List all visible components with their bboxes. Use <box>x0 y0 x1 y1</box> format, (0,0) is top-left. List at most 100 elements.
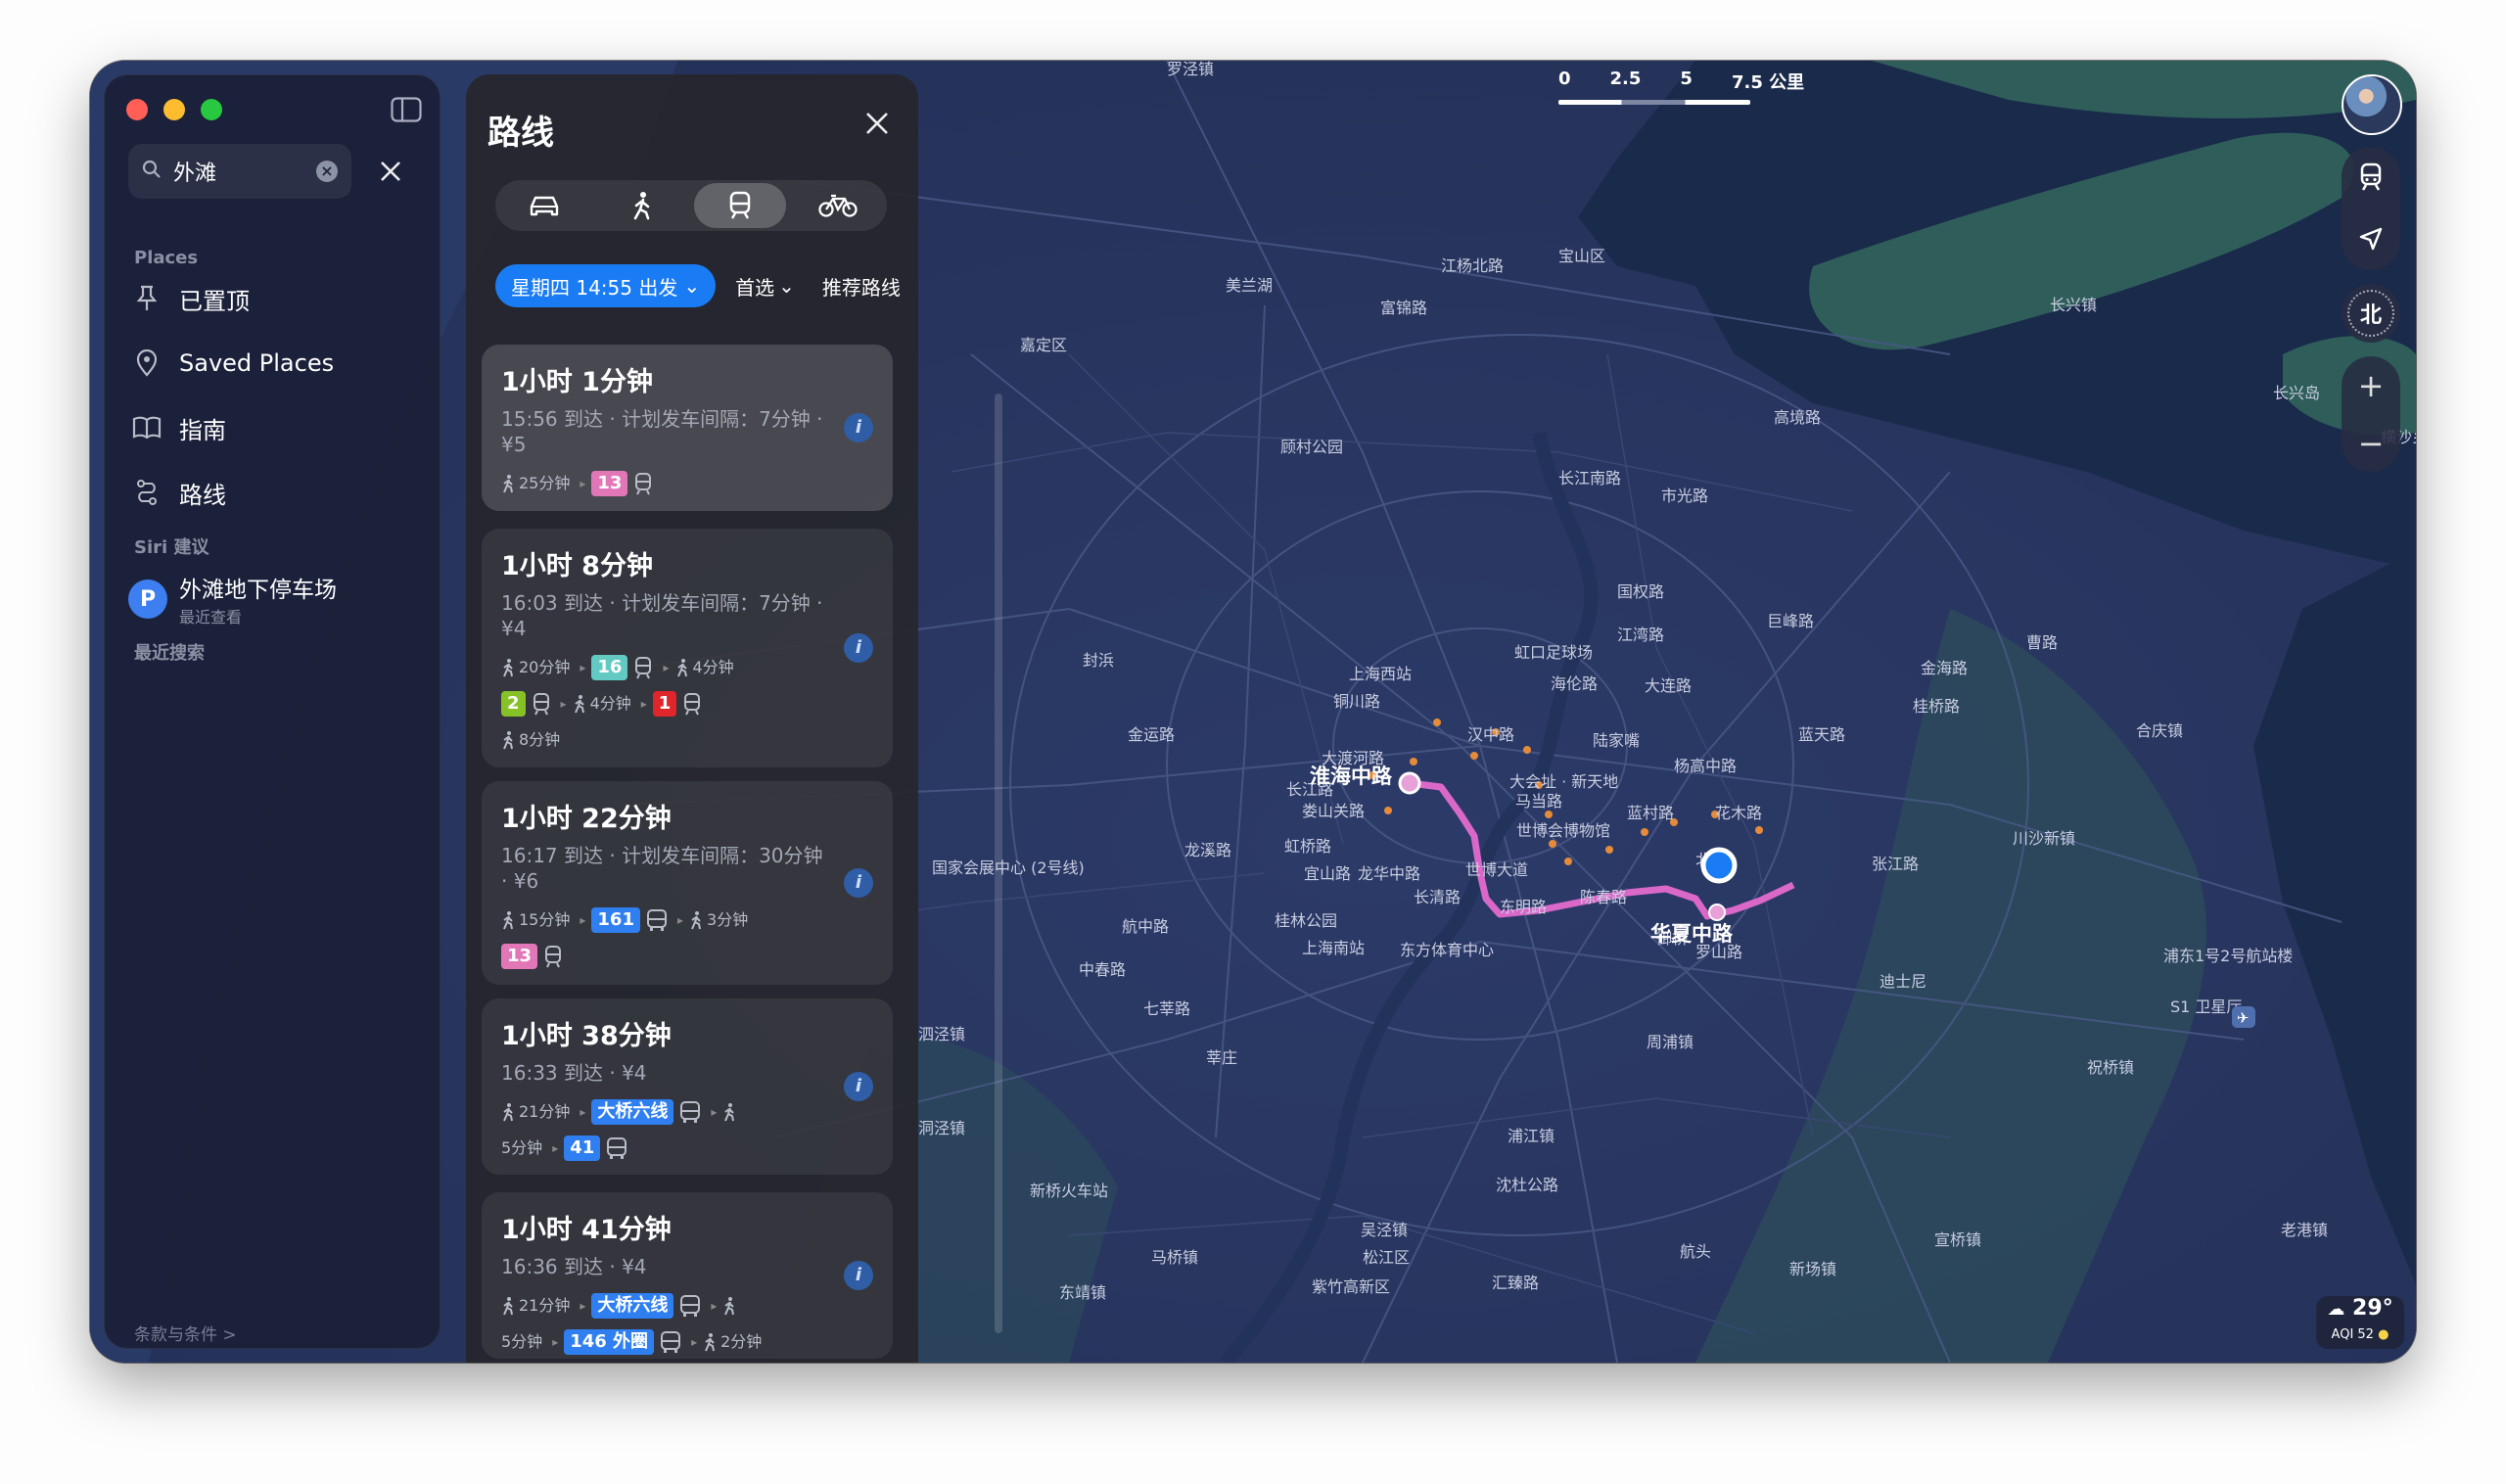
compass-button[interactable]: 北 <box>2342 284 2400 343</box>
map-place-label[interactable]: 七莘路 <box>1143 999 1190 1018</box>
metro-station-dot[interactable] <box>1605 846 1613 854</box>
map-place-label[interactable]: 罗泾镇 <box>1167 61 1214 78</box>
map-place-label[interactable]: 国权路 <box>1617 582 1664 601</box>
map-place-label[interactable]: 洞泾镇 <box>918 1119 965 1137</box>
map-place-label[interactable]: 东方体育中心 <box>1400 941 1494 959</box>
info-icon[interactable]: i <box>844 868 873 898</box>
map-place-label[interactable]: 江杨北路 <box>1441 256 1504 275</box>
map-place-label[interactable]: S1 卫星厅 <box>2170 997 2242 1016</box>
map-place-label[interactable]: 泗泾镇 <box>918 1025 965 1043</box>
map-place-label[interactable]: 嘉定区 <box>1020 336 1067 354</box>
metro-station-dot[interactable] <box>1549 840 1556 848</box>
metro-station-dot[interactable] <box>1564 858 1572 865</box>
map-place-label[interactable]: 新场镇 <box>1789 1260 1836 1278</box>
origin-marker[interactable] <box>1398 771 1421 795</box>
siri-suggestion-item[interactable]: P 外滩地下停车场 最近查看 <box>128 571 337 627</box>
transit-layer-icon[interactable] <box>2358 162 2384 196</box>
map-place-label[interactable]: 东明路 <box>1500 898 1547 916</box>
close-panel-button[interactable] <box>863 110 893 139</box>
route-list-scrollbar[interactable] <box>995 394 1002 1333</box>
zoom-out-button[interactable]: − <box>2358 425 2385 462</box>
terms-link[interactable]: 条款与条件 > <box>134 1321 237 1345</box>
info-icon[interactable]: i <box>844 633 873 663</box>
metro-station-dot[interactable] <box>1641 828 1648 836</box>
map-place-label[interactable]: 吴泾镇 <box>1361 1221 1408 1239</box>
map-place-label[interactable]: 高境路 <box>1774 408 1821 427</box>
map-place-label[interactable]: 浦东1号2号航站楼 <box>2163 947 2293 965</box>
map-place-label[interactable]: 上海西站 <box>1349 665 1412 683</box>
map-place-label[interactable]: 长江南路 <box>1558 469 1621 487</box>
recommended-routes-button[interactable]: 推荐路线 <box>814 264 908 307</box>
map-place-label[interactable]: 世博大道 <box>1465 860 1528 879</box>
map-place-label[interactable]: 江湾路 <box>1617 626 1664 644</box>
mode-walking[interactable] <box>596 183 688 228</box>
map-place-label[interactable]: 封浜 <box>1083 651 1114 670</box>
current-location-marker[interactable] <box>1700 847 1738 884</box>
map-place-label[interactable]: 张江路 <box>1872 855 1919 873</box>
destination-marker[interactable] <box>1708 904 1726 921</box>
map-place-label[interactable]: 长兴岛 <box>2273 384 2320 402</box>
metro-station-dot[interactable] <box>1523 746 1531 754</box>
map-place-label[interactable]: 汉中路 <box>1467 725 1514 744</box>
map-place-label[interactable]: 金运路 <box>1128 725 1175 744</box>
map-place-label[interactable]: 顾村公园 <box>1280 438 1343 456</box>
route-option-card[interactable]: 1小时 8分钟 16:03 到达 · 计划发车间隔：7分钟 · ¥4 20分钟 ▸ 16… <box>482 529 893 767</box>
metro-station-dot[interactable] <box>1410 758 1417 765</box>
map-place-label[interactable]: 娄山关路 <box>1302 802 1365 820</box>
sidebar-item-pinned[interactable]: 已置顶 <box>132 277 426 320</box>
map-place-label[interactable]: 航中路 <box>1122 917 1169 936</box>
map-place-label[interactable]: 紫竹高新区 <box>1312 1277 1390 1296</box>
close-search-button[interactable] <box>367 148 414 195</box>
map-place-label[interactable]: 长兴镇 <box>2050 296 2097 314</box>
map-place-label[interactable]: 虹桥路 <box>1284 837 1331 856</box>
map-place-label[interactable]: 宝山区 <box>1558 247 1605 265</box>
map-place-label[interactable]: 莘庄 <box>1206 1048 1237 1067</box>
map-place-label[interactable]: 沈杜公路 <box>1496 1176 1558 1194</box>
map-place-label[interactable]: 东靖镇 <box>1059 1283 1106 1302</box>
map-place-label[interactable]: 中春路 <box>1079 960 1126 979</box>
metro-station-dot[interactable] <box>1384 807 1392 814</box>
map-place-label[interactable]: 花木路 <box>1715 804 1762 822</box>
clear-search-icon[interactable]: × <box>316 161 338 182</box>
map-place-label[interactable]: 海伦路 <box>1551 674 1598 693</box>
map-place-label[interactable]: 大会址 · 新天地 <box>1509 772 1618 791</box>
route-option-card[interactable]: 1小时 41分钟 16:36 到达 · ¥4 21分钟 ▸ 大桥六线 ▸ 5分钟 ▸ 146 外… <box>482 1192 893 1359</box>
map-place-label[interactable]: 航头 <box>1680 1242 1711 1261</box>
info-icon[interactable]: i <box>844 413 873 442</box>
map-place-label[interactable]: 富锦路 <box>1380 299 1427 317</box>
map-place-label[interactable]: 陆家嘴 <box>1593 731 1640 750</box>
location-arrow-icon[interactable] <box>2358 226 2384 255</box>
map-place-label[interactable]: 宜山路 <box>1304 864 1351 883</box>
user-avatar[interactable] <box>2342 74 2402 135</box>
mode-driving[interactable] <box>498 183 590 228</box>
mode-transit[interactable] <box>694 183 786 228</box>
map-place-label[interactable]: 汇臻路 <box>1492 1274 1539 1292</box>
map-place-label[interactable]: 合庆镇 <box>2136 721 2183 740</box>
sidebar-item-directions[interactable]: 路线 <box>132 471 426 514</box>
map-place-label[interactable]: 长清路 <box>1414 888 1461 906</box>
map-place-label[interactable]: 金海路 <box>1921 659 1968 677</box>
map-place-label[interactable]: 蓝天路 <box>1798 725 1845 744</box>
metro-station-dot[interactable] <box>1545 811 1553 818</box>
info-icon[interactable]: i <box>844 1072 873 1101</box>
map-place-label[interactable]: 松江区 <box>1363 1248 1410 1267</box>
map-place-label[interactable]: 宣桥镇 <box>1934 1230 1981 1249</box>
map-place-label[interactable]: 桂桥路 <box>1913 697 1960 716</box>
preference-button[interactable]: 首选 ⌄ <box>727 264 803 307</box>
map-place-label[interactable]: 上海南站 <box>1302 939 1365 957</box>
sidebar-item-guides[interactable]: 指南 <box>132 406 426 449</box>
map-place-label[interactable]: 市光路 <box>1661 487 1708 505</box>
map-place-label[interactable]: 大连路 <box>1645 676 1692 695</box>
map-place-label[interactable]: 桂林公园 <box>1275 911 1337 930</box>
metro-station-dot[interactable] <box>1433 719 1441 726</box>
sidebar-item-saved-places[interactable]: Saved Places <box>132 342 426 385</box>
sidebar-toggle-icon[interactable] <box>391 97 422 122</box>
route-option-card[interactable]: 1小时 1分钟 15:56 到达 · 计划发车间隔：7分钟 · ¥5 25分钟 ▸ 13… <box>482 345 893 511</box>
map-place-label[interactable]: 马当路 <box>1515 792 1562 811</box>
map-place-label[interactable]: 陈春路 <box>1580 888 1627 906</box>
map-place-label[interactable]: 马桥镇 <box>1151 1248 1198 1267</box>
map-place-label[interactable]: 周浦镇 <box>1647 1033 1694 1051</box>
map-place-label[interactable]: 浦江镇 <box>1508 1127 1555 1145</box>
zoom-window-button[interactable] <box>201 99 222 120</box>
search-field[interactable]: 外滩 × <box>128 144 351 199</box>
